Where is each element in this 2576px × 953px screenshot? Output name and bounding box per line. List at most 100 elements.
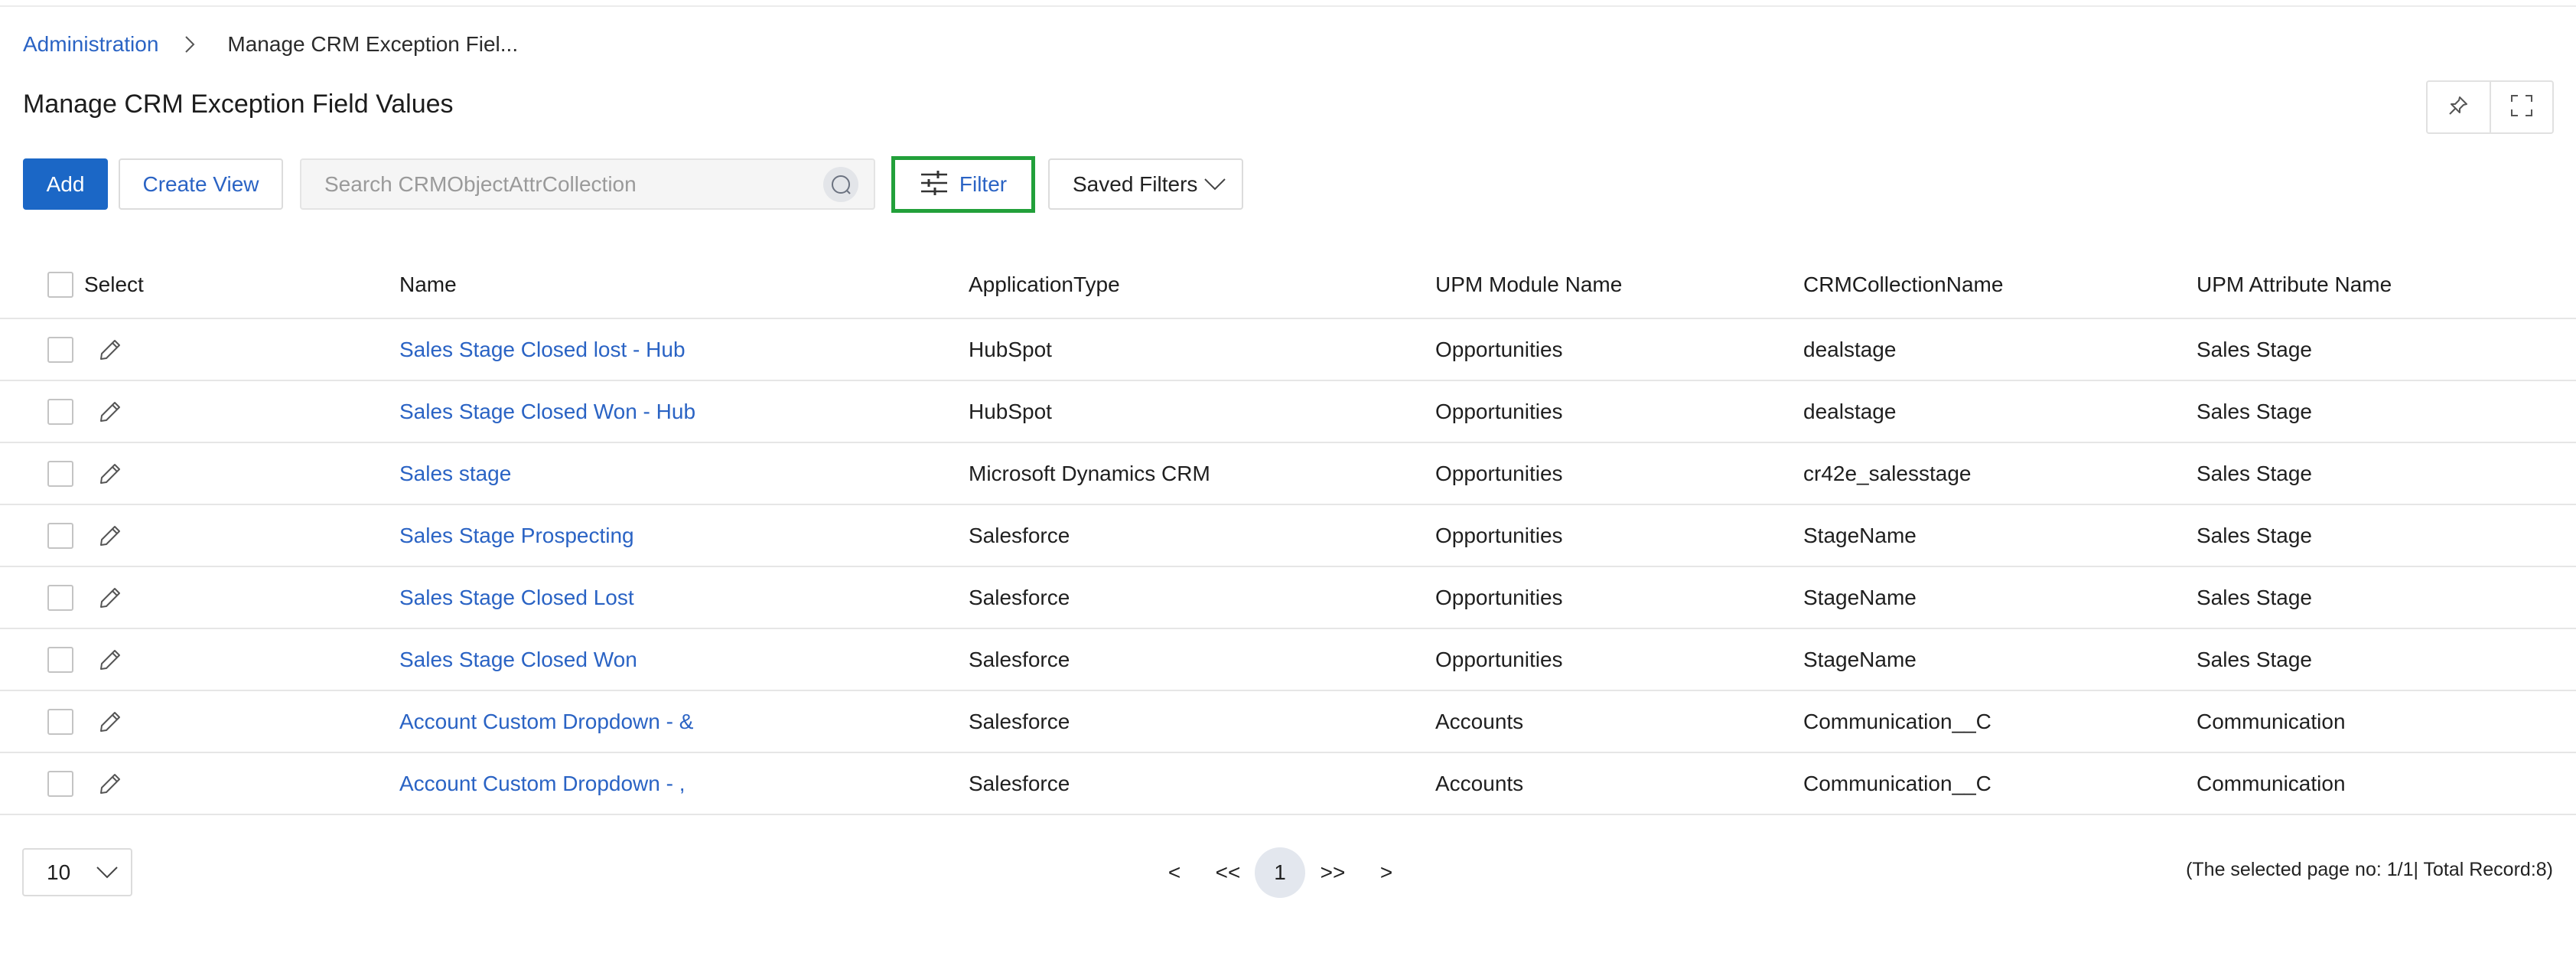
table-row: Account Custom Dropdown - , Salesforce Acc… [0,753,2576,815]
fullscreen-button[interactable] [2489,82,2553,132]
application-type-cell: Salesforce [969,647,1070,671]
row-checkbox[interactable] [47,646,73,673]
module-cell: Opportunities [1435,647,1563,671]
edit-icon[interactable] [98,772,122,796]
search-box [300,158,875,210]
edit-icon[interactable] [98,524,122,548]
table-row: Sales stage Microsoft Dynamics CRM Opportu… [0,443,2576,505]
select-column-header: Select [47,251,144,318]
name-cell: Sales Stage Closed lost - Hub [399,319,686,380]
application-type-column-header[interactable]: ApplicationType [969,251,1120,318]
table-row: Sales Stage Closed lost - Hub HubSpot Oppo… [0,319,2576,381]
page-title: Manage CRM Exception Field Values [23,90,454,119]
attribute-cell: Sales Stage [2197,399,2312,423]
attribute-cell: Sales Stage [2197,585,2312,609]
row-select-cell [47,629,122,690]
attribute-cell: Communication [2197,771,2346,795]
name-column-header[interactable]: Name [399,251,457,318]
name-cell: Sales Stage Closed Won - Hub [399,381,695,442]
name-cell: Account Custom Dropdown - , [399,753,686,814]
edit-icon[interactable] [98,586,122,610]
collection-cell: Communication__C [1803,709,1991,733]
record-name-link[interactable]: Account Custom Dropdown - & [399,710,693,734]
attribute-cell: Sales Stage [2197,337,2312,361]
attribute-cell: Communication [2197,709,2346,733]
record-name-link[interactable]: Sales Stage Closed Won [399,648,637,672]
collection-cell: StageName [1803,647,1917,671]
collection-cell: cr42e_salesstage [1803,461,1972,485]
name-cell: Sales Stage Closed Lost [399,567,634,628]
page-size-select[interactable]: 10 [22,848,132,896]
row-select-cell [47,753,122,814]
attribute-column-header[interactable]: UPM Attribute Name [2197,251,2392,318]
pin-button[interactable] [2428,82,2490,132]
attribute-cell: Sales Stage [2197,647,2312,671]
application-type-cell: Microsoft Dynamics CRM [969,461,1210,485]
saved-filters-label: Saved Filters [1073,171,1198,196]
application-type-cell: Salesforce [969,771,1070,795]
add-button[interactable]: Add [23,158,108,210]
filter-button[interactable]: Filter [891,156,1035,213]
name-cell: Sales Stage Prospecting [399,505,634,566]
row-checkbox[interactable] [47,522,73,549]
table-row: Sales Stage Prospecting Salesforce Opportu… [0,505,2576,567]
row-select-cell [47,505,122,566]
table-row: Sales Stage Closed Won Salesforce Opportun… [0,629,2576,691]
select-all-checkbox[interactable] [47,271,73,298]
edit-icon[interactable] [98,462,122,486]
row-select-cell [47,381,122,442]
breadcrumb: Administration Manage CRM Exception Fiel… [23,29,518,60]
record-name-link[interactable]: Sales Stage Closed Lost [399,586,634,610]
row-checkbox[interactable] [47,770,73,797]
record-name-link[interactable]: Sales Stage Closed lost - Hub [399,338,686,362]
collection-cell: Communication__C [1803,771,1991,795]
page-actions [2426,80,2554,134]
application-type-cell: Salesforce [969,523,1070,547]
chevron-down-icon [96,860,119,885]
edit-icon[interactable] [98,338,122,362]
record-name-link[interactable]: Sales stage [399,462,511,486]
saved-filters-dropdown[interactable]: Saved Filters [1048,158,1243,210]
row-select-cell [47,567,122,628]
pagination-status: (The selected page no: 1/1| Total Record… [2186,859,2553,880]
application-type-cell: Salesforce [969,585,1070,609]
edit-icon[interactable] [98,648,122,672]
table-body: Sales Stage Closed lost - Hub HubSpot Oppo… [0,319,2576,815]
attribute-cell: Sales Stage [2197,523,2312,547]
first-page-button[interactable]: << [1201,860,1255,885]
search-icon[interactable] [823,166,858,202]
fullscreen-icon [2509,93,2534,122]
edit-icon[interactable] [98,710,122,734]
record-name-link[interactable]: Account Custom Dropdown - , [399,772,686,796]
module-cell: Accounts [1435,709,1524,733]
prev-page-button[interactable]: < [1148,860,1201,885]
current-page-button[interactable]: 1 [1255,847,1305,898]
module-cell: Opportunities [1435,461,1563,485]
breadcrumb-administration-link[interactable]: Administration [23,32,158,57]
name-cell: Sales Stage Closed Won [399,629,637,690]
attribute-cell: Sales Stage [2197,461,2312,485]
table-header-row: Select Name ApplicationType UPM Module N… [0,251,2576,319]
module-cell: Opportunities [1435,337,1563,361]
row-checkbox[interactable] [47,460,73,487]
collection-column-header[interactable]: CRMCollectionName [1803,251,2003,318]
select-header-label: Select [84,272,144,296]
record-name-link[interactable]: Sales Stage Prospecting [399,524,634,548]
create-view-button[interactable]: Create View [119,158,283,210]
application-type-cell: Salesforce [969,709,1070,733]
edit-icon[interactable] [98,400,122,424]
module-column-header[interactable]: UPM Module Name [1435,251,1622,318]
filter-label: Filter [959,172,1008,196]
chevron-right-icon [184,36,201,53]
row-select-cell [47,691,122,752]
last-page-button[interactable]: >> [1305,860,1360,885]
record-name-link[interactable]: Sales Stage Closed Won - Hub [399,400,695,424]
row-checkbox[interactable] [47,708,73,735]
row-checkbox[interactable] [47,336,73,363]
row-checkbox[interactable] [47,584,73,611]
row-checkbox[interactable] [47,398,73,425]
search-input[interactable] [301,160,823,208]
pin-icon [2447,94,2470,121]
breadcrumb-current: Manage CRM Exception Fiel... [227,32,519,56]
next-page-button[interactable]: > [1360,860,1412,885]
